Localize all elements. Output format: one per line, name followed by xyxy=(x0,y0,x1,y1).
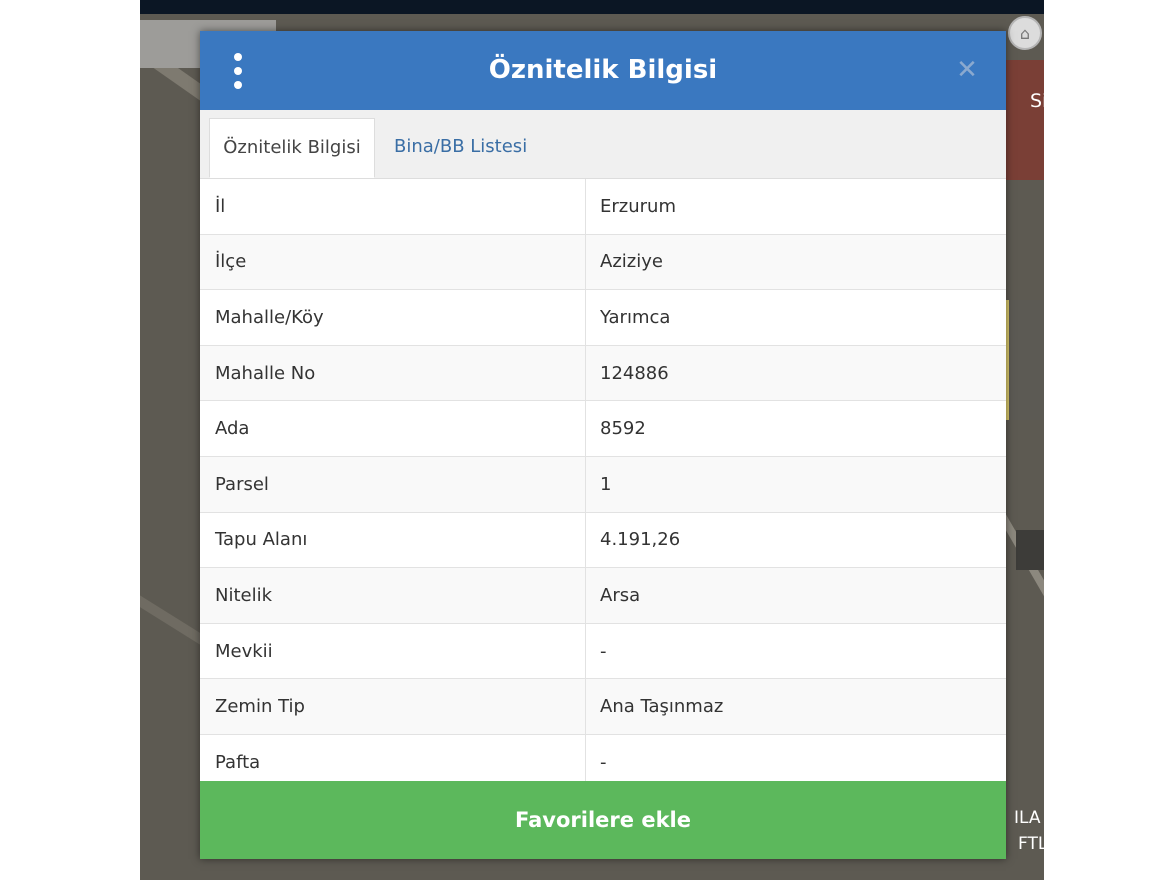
row-key: Parsel xyxy=(200,456,586,512)
row-value: Arsa xyxy=(600,584,641,606)
map-area xyxy=(1016,530,1044,570)
map-top-bar xyxy=(140,0,1044,14)
attribute-table: İl Erzurum İlçe Aziziye Mahalle/Köy Yarı… xyxy=(200,179,1006,791)
dialog-header: Öznitelik Bilgisi ✕ xyxy=(200,31,1006,110)
table-row: Zemin Tip Ana Taşınmaz xyxy=(200,679,1006,735)
map-label-ila: ILA xyxy=(1014,808,1041,828)
table-row: Mahalle No 124886 xyxy=(200,345,1006,402)
table-row: Nitelik Arsa xyxy=(200,568,1006,624)
tab-attribute-info[interactable]: Öznitelik Bilgisi xyxy=(209,118,375,178)
table-row: Mahalle/Köy Yarımca xyxy=(200,290,1006,346)
row-key: Ada xyxy=(200,401,586,456)
row-value: - xyxy=(600,640,607,662)
table-row: Tapu Alanı 4.191,26 xyxy=(200,512,1006,569)
map-label-site: Sites xyxy=(1030,90,1077,112)
add-to-favorites-button[interactable]: Favorilere ekle xyxy=(200,781,1006,859)
row-value: 8592 xyxy=(600,418,646,440)
tab-bar: Öznitelik Bilgisi Bina/BB Listesi xyxy=(200,110,1006,179)
row-key: Tapu Alanı xyxy=(200,512,586,568)
table-row: Mevkii - xyxy=(200,623,1006,680)
row-value: 1 xyxy=(600,473,612,495)
row-key: Zemin Tip xyxy=(200,679,586,734)
row-key: Mevkii xyxy=(200,623,586,679)
table-row: Ada 8592 xyxy=(200,401,1006,457)
row-key: İlçe xyxy=(200,234,586,290)
row-value: 124886 xyxy=(600,362,669,384)
row-key: Mahalle No xyxy=(200,345,586,401)
close-icon[interactable]: ✕ xyxy=(952,55,982,85)
row-key: Nitelik xyxy=(200,568,586,623)
row-key: Mahalle/Köy xyxy=(200,290,586,345)
map-label-ftl: FTL xyxy=(1018,834,1048,854)
row-value: 4.191,26 xyxy=(600,529,681,551)
row-value: Erzurum xyxy=(600,195,676,217)
table-row: İlçe Aziziye xyxy=(200,234,1006,291)
map-parcel xyxy=(1006,300,1044,420)
table-row: İl Erzurum xyxy=(200,179,1006,235)
row-value: Yarımca xyxy=(600,306,671,328)
map-marker-icon[interactable]: ⌂ xyxy=(1008,16,1042,50)
dialog-title: Öznitelik Bilgisi xyxy=(488,55,718,85)
table-row: Parsel 1 xyxy=(200,456,1006,513)
row-value: Ana Taşınmaz xyxy=(600,696,724,718)
map-building xyxy=(1004,60,1044,180)
tab-building-list[interactable]: Bina/BB Listesi xyxy=(394,118,554,178)
row-value: Aziziye xyxy=(600,251,663,273)
attribute-info-dialog: Öznitelik Bilgisi ✕ Öznitelik Bilgisi Bi… xyxy=(200,31,1006,859)
row-key: İl xyxy=(200,179,586,234)
